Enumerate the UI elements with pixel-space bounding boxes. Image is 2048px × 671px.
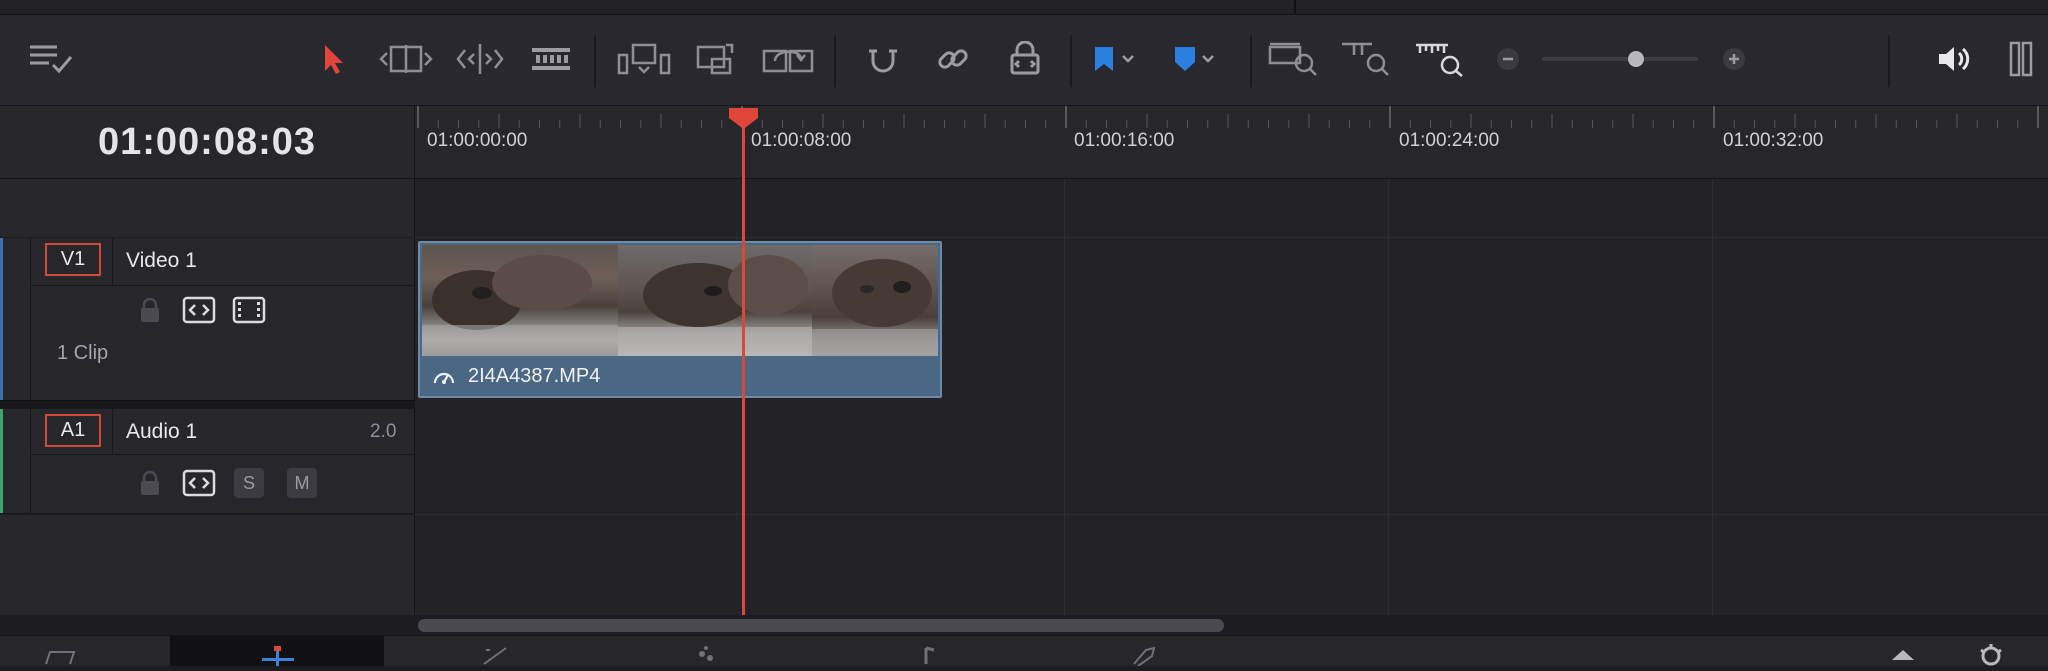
flag-icon[interactable] <box>1090 39 1140 79</box>
timeline-options-icon[interactable] <box>26 39 76 79</box>
lock-icon[interactable] <box>138 471 162 497</box>
auto-select-icon[interactable] <box>182 296 216 324</box>
timeline-ruler[interactable]: 01:00:00:00 01:00:08:00 01:00:16:00 01:0… <box>415 106 2048 179</box>
linked-selection-icon[interactable] <box>932 39 974 79</box>
clip-name: 2I4A4387.MP4 <box>468 365 601 387</box>
lock-icon[interactable] <box>138 298 162 324</box>
clip-thumbnail <box>422 245 618 356</box>
zoom-slider-knob[interactable] <box>1627 51 1644 67</box>
audio-volume-icon[interactable] <box>1934 39 1974 79</box>
marker-icon[interactable] <box>1170 39 1220 79</box>
clip-thumbnails <box>422 245 938 356</box>
zoom-out-icon[interactable] <box>1494 39 1522 79</box>
position-lock-icon[interactable] <box>1004 39 1046 79</box>
dynamic-trim-mode-icon[interactable] <box>452 39 508 79</box>
deliver-page-icon[interactable] <box>1124 644 1164 671</box>
clip-thumbnail <box>618 245 812 356</box>
clip-thumbnail <box>812 245 938 356</box>
full-extent-zoom-icon[interactable] <box>1268 39 1320 79</box>
ruler-label: 01:00:08:00 <box>751 130 852 151</box>
replace-clip-icon[interactable] <box>760 39 816 79</box>
timeline-toolbar <box>0 15 2048 106</box>
video-track-header: V1 Video 1 1 Clip <box>0 238 415 400</box>
custom-zoom-icon[interactable] <box>1414 39 1466 79</box>
playhead-line[interactable] <box>742 110 745 617</box>
timeline-scrollbar-thumb[interactable] <box>418 619 1224 632</box>
ruler-label: 01:00:00:00 <box>427 130 528 151</box>
overwrite-clip-icon[interactable] <box>692 39 742 79</box>
color-page-icon[interactable] <box>686 644 726 671</box>
home-icon[interactable] <box>1888 644 1918 671</box>
retime-speed-icon <box>432 367 456 391</box>
fairlight-page-icon[interactable] <box>906 644 946 671</box>
fusion-page-icon[interactable] <box>476 644 516 671</box>
auto-select-icon[interactable] <box>182 469 216 497</box>
audio-channels: 2.0 <box>370 421 397 442</box>
media-page-icon[interactable] <box>40 646 80 671</box>
page-navigation-bar <box>0 635 2048 667</box>
track-header-empty <box>0 515 415 615</box>
selection-mode-icon[interactable] <box>316 39 352 79</box>
settings-gear-icon[interactable] <box>1976 642 2006 671</box>
timecode-display[interactable]: 01:00:08:03 <box>0 106 414 178</box>
ruler-label: 01:00:24:00 <box>1399 130 1500 151</box>
detail-zoom-icon[interactable] <box>1340 39 1392 79</box>
timecode-panel: 01:00:08:03 <box>0 106 415 179</box>
audio-track-stripe <box>0 409 3 514</box>
solo-button[interactable]: S <box>234 468 264 498</box>
insert-clip-icon[interactable] <box>616 39 672 79</box>
zoom-in-icon[interactable] <box>1720 39 1748 79</box>
audio-track-name[interactable]: Audio 1 <box>126 420 197 444</box>
trim-edit-mode-icon[interactable] <box>378 39 434 79</box>
disable-video-track-icon[interactable] <box>232 296 266 324</box>
video-clip[interactable]: 2I4A4387.MP4 <box>418 241 942 398</box>
audio-meter-icon[interactable] <box>2006 39 2036 79</box>
track-tag-a1[interactable]: A1 <box>45 414 101 447</box>
video-track-name[interactable]: Video 1 <box>126 249 197 273</box>
snapping-icon[interactable] <box>862 39 904 79</box>
top-strip <box>0 0 2048 15</box>
audio-track-header: A1 Audio 1 2.0 S M <box>0 409 415 514</box>
ruler-label: 01:00:16:00 <box>1074 130 1175 151</box>
zoom-slider[interactable] <box>1542 51 1698 67</box>
playhead-handle[interactable] <box>727 106 760 135</box>
clip-count: 1 Clip <box>57 342 109 364</box>
mute-button[interactable]: M <box>287 468 317 498</box>
track-tag-v1[interactable]: V1 <box>45 243 101 276</box>
track-header-spacer <box>0 179 415 237</box>
edit-page-icon[interactable] <box>258 644 298 671</box>
video-track-stripe <box>0 238 3 400</box>
ruler-label: 01:00:32:00 <box>1723 130 1824 151</box>
blade-edit-mode-icon[interactable] <box>528 39 574 79</box>
